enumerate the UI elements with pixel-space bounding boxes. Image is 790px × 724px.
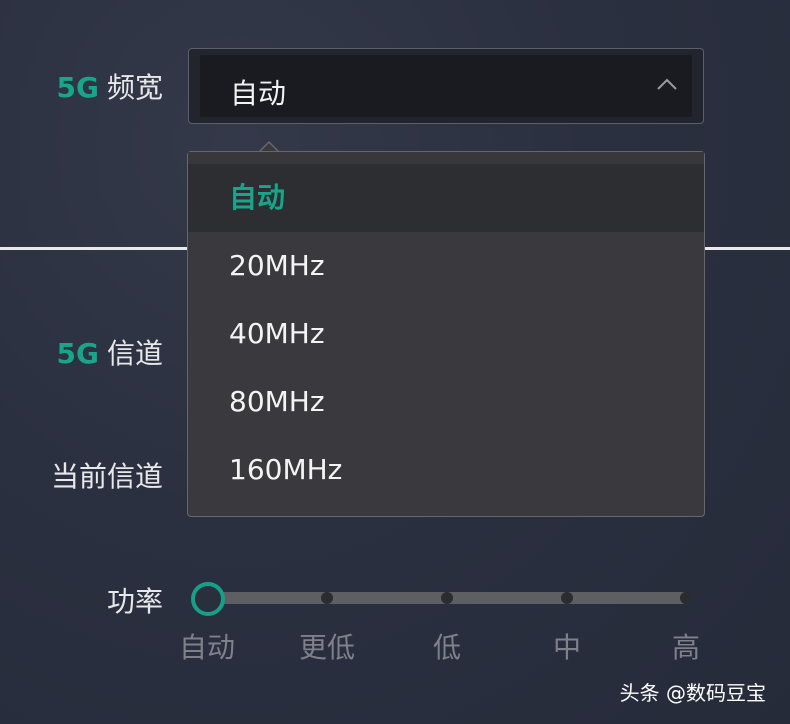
power-slider-step-dot[interactable]: [561, 592, 573, 604]
power-slider-thumb[interactable]: [191, 582, 225, 616]
power-level-auto[interactable]: 自动: [179, 626, 235, 666]
dropdown-option-auto[interactable]: 自动: [188, 164, 704, 232]
bandwidth-select-value: 自动: [230, 77, 287, 110]
power-level-high[interactable]: 高: [672, 626, 700, 666]
power-slider-step-dot[interactable]: [441, 592, 453, 604]
dropdown-option-80mhz[interactable]: 80MHz: [188, 368, 704, 436]
power-label: 功率: [106, 585, 163, 618]
channel-label-text: 信道: [106, 337, 163, 370]
channel-label: 5G 信道: [57, 332, 163, 372]
dropdown-option-20mhz[interactable]: 20MHz: [188, 232, 704, 300]
bandwidth-select[interactable]: 自动: [188, 48, 704, 124]
bandwidth-label-prefix: 5G: [56, 71, 99, 104]
bandwidth-label-text: 频宽: [106, 71, 163, 104]
current-channel-label: 当前信道: [50, 460, 163, 493]
power-level-lower[interactable]: 更低: [299, 626, 355, 666]
power-level-low[interactable]: 低: [433, 626, 461, 666]
bandwidth-select-field: 自动: [200, 55, 692, 117]
bandwidth-dropdown-menu: 自动 20MHz 40MHz 80MHz 160MHz: [187, 151, 705, 517]
channel-label-prefix: 5G: [56, 337, 99, 370]
dropdown-option-160mhz[interactable]: 160MHz: [188, 436, 704, 504]
chevron-up-icon: [657, 78, 677, 90]
power-level-medium[interactable]: 中: [553, 626, 581, 666]
dropdown-option-40mhz[interactable]: 40MHz: [188, 300, 704, 368]
bandwidth-label: 5G 频宽: [57, 66, 163, 106]
power-slider-step-dot[interactable]: [680, 592, 692, 604]
watermark: 头条 @数码豆宝: [619, 681, 766, 705]
power-slider-step-dot[interactable]: [321, 592, 333, 604]
dropdown-top-strip: [188, 152, 704, 164]
